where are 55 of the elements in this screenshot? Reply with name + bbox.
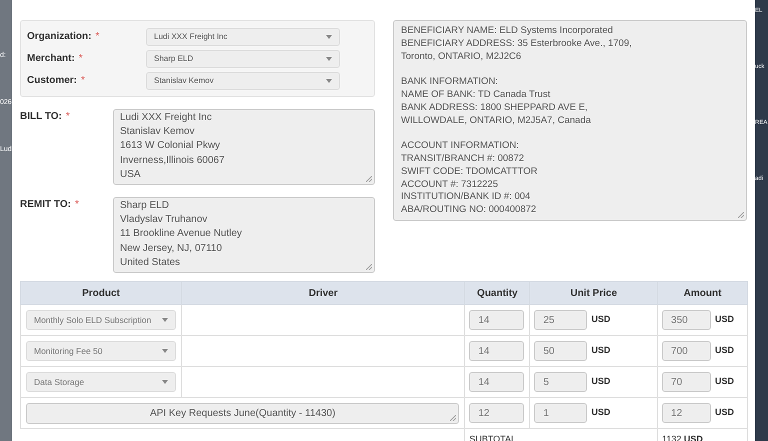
select-field[interactable]: Monthly Solo ELD Subscription bbox=[26, 310, 176, 330]
input-field[interactable]: 14 bbox=[469, 310, 524, 330]
input-field[interactable]: 700 bbox=[662, 341, 712, 361]
field-label: Organization: bbox=[27, 30, 92, 44]
currency-label: USD bbox=[715, 375, 734, 388]
currency-label: USD bbox=[591, 344, 610, 358]
bank-info-textarea[interactable]: BENEFICIARY NAME: ELD Systems Incorporated BENEFICIARY ADDRESS: 35 Esterbrooke Ave., 1709, Toronto, ONTARIO, M2J2C6 BANK INFORMATION: NAME OF BANK: TD Canada Trust BANK ADDRESS: 1800 SHEPPARD AVE E, WILLOWDALE, ONTARIO, M2J5A7, Canada ACCOUNT INFORMATION: TRANSIT/BRANCH #: 00872 SWIFT CODE: TDOMCATTTOR ACCOUNT #: 7312225 INSTITUTION/BANK ID #: 004 ABA/ROUTING NO: 000400872 bbox=[393, 20, 747, 221]
field-label: REMIT TO: bbox=[20, 198, 71, 212]
input-field[interactable]: 50 bbox=[534, 341, 588, 361]
field-label: Merchant: bbox=[27, 52, 75, 66]
input-field[interactable]: 25 bbox=[534, 310, 588, 330]
resize-grip-icon bbox=[366, 176, 372, 182]
currency-label: USD bbox=[715, 344, 734, 358]
column-header: Driver bbox=[182, 282, 465, 304]
select-field[interactable]: Stanislav Kemov bbox=[146, 72, 340, 90]
column-header: Quantity bbox=[464, 282, 530, 304]
field-label: BILL TO: bbox=[20, 110, 62, 124]
input-field[interactable]: 14 bbox=[469, 341, 524, 361]
input-field[interactable]: 70 bbox=[662, 372, 712, 392]
currency-label: USD bbox=[591, 406, 610, 420]
input-field[interactable]: 14 bbox=[469, 372, 524, 392]
caret-icon bbox=[326, 34, 332, 38]
select-field[interactable]: Sharp ELD bbox=[146, 50, 340, 68]
required-asterisk: * bbox=[95, 30, 100, 44]
caret-icon bbox=[326, 56, 332, 60]
currency-label: USD bbox=[591, 375, 610, 388]
caret-icon bbox=[162, 349, 168, 353]
caret-icon bbox=[326, 78, 332, 82]
field-label: Customer: bbox=[27, 74, 78, 88]
required-asterisk: * bbox=[66, 110, 70, 124]
resize-grip-icon bbox=[738, 212, 744, 218]
column-header: Unit Price bbox=[530, 282, 658, 304]
resize-grip-icon bbox=[366, 264, 372, 270]
required-asterisk: * bbox=[81, 74, 85, 88]
caret-icon bbox=[162, 318, 168, 322]
currency-label: USD bbox=[715, 313, 734, 326]
required-asterisk: * bbox=[74, 198, 79, 212]
column-header: Amount bbox=[658, 282, 748, 304]
resize-grip-icon bbox=[450, 414, 456, 420]
required-asterisk: * bbox=[78, 52, 83, 66]
select-field[interactable]: Ludi XXX Freight Inc bbox=[146, 28, 340, 46]
address-textarea[interactable]: Ludi XXX Freight Inc Stanislav Kemov 1613 W Colonial Pkwy Inverness,Illinois 60067 USA bbox=[113, 109, 375, 185]
column-header: Product bbox=[20, 282, 182, 304]
input-field[interactable]: 12 bbox=[662, 403, 712, 423]
input-field[interactable]: 350 bbox=[662, 310, 712, 330]
input-field[interactable]: 12 bbox=[469, 403, 524, 423]
input-field[interactable]: 1 bbox=[534, 403, 588, 423]
currency-label: USD bbox=[715, 406, 734, 420]
address-textarea[interactable]: Sharp ELD Vladyslav Truhanov 11 Brookline Avenue Nutley New Jersey, NJ, 07110 United States bbox=[113, 197, 375, 273]
caret-icon bbox=[162, 380, 168, 384]
select-field[interactable]: Monitoring Fee 50 bbox=[26, 341, 176, 361]
input-field[interactable]: 5 bbox=[534, 372, 588, 392]
product-textarea[interactable]: API Key Requests June(Quantity - 11430) bbox=[26, 402, 460, 424]
currency-label: USD bbox=[591, 313, 610, 326]
select-field[interactable]: Data Storage bbox=[26, 372, 176, 392]
